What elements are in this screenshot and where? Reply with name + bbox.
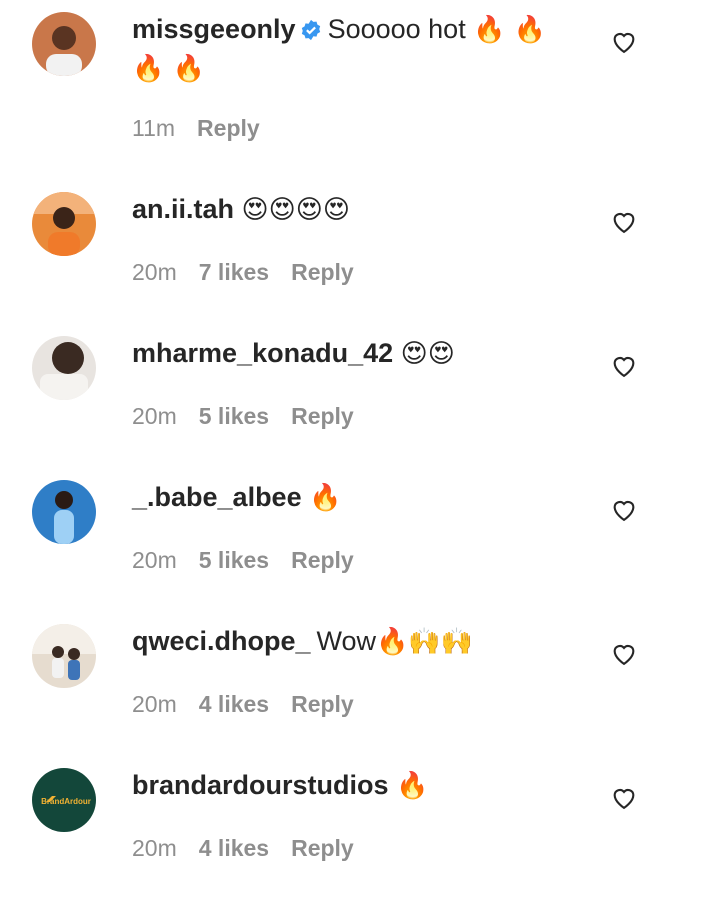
comment-text: Wow bbox=[316, 626, 377, 656]
reply-button[interactable]: Reply bbox=[291, 403, 354, 429]
brand-logo-text: BrandArdour bbox=[41, 797, 91, 806]
comment-emoji: 😍😍 bbox=[400, 339, 455, 369]
like-heart-icon[interactable] bbox=[610, 640, 638, 668]
likes-count[interactable]: 4 likes bbox=[199, 835, 269, 861]
comment-emoji: 🔥 bbox=[396, 771, 429, 801]
comment-meta: 20m 5 likes Reply bbox=[132, 547, 354, 574]
comment-meta: 20m 5 likes Reply bbox=[132, 403, 354, 430]
reply-button[interactable]: Reply bbox=[197, 115, 260, 141]
comment-meta: 20m 4 likes Reply bbox=[132, 691, 354, 718]
comment-meta: 11m Reply bbox=[132, 115, 260, 142]
username[interactable]: qweci.dhope_ bbox=[132, 626, 311, 656]
avatar[interactable] bbox=[32, 12, 96, 76]
likes-count[interactable]: 5 likes bbox=[199, 403, 269, 429]
avatar[interactable] bbox=[32, 192, 96, 256]
verified-badge-icon bbox=[301, 19, 320, 41]
comment-emoji: 🔥 bbox=[309, 483, 342, 513]
likes-count[interactable]: 7 likes bbox=[199, 259, 269, 285]
username[interactable]: an.ii.tah bbox=[132, 194, 234, 224]
like-heart-icon[interactable] bbox=[610, 784, 638, 812]
comment-emoji: 🔥 🔥 bbox=[473, 15, 547, 45]
timestamp: 11m bbox=[132, 115, 176, 141]
reply-button[interactable]: Reply bbox=[291, 835, 354, 861]
comment-emoji: 😍😍😍😍 bbox=[241, 195, 350, 225]
comment-emoji: 🔥🙌🙌 bbox=[376, 627, 474, 657]
avatar[interactable] bbox=[32, 624, 96, 688]
timestamp: 20m bbox=[132, 403, 177, 429]
reply-button[interactable]: Reply bbox=[291, 547, 354, 573]
timestamp: 20m bbox=[132, 835, 177, 861]
avatar[interactable] bbox=[32, 336, 96, 400]
username[interactable]: missgeeonly bbox=[132, 14, 296, 44]
comment-meta: 20m 7 likes Reply bbox=[132, 259, 354, 286]
username[interactable]: _.babe_albee bbox=[132, 482, 302, 512]
comment-emoji-wrap: 🔥 🔥 bbox=[132, 54, 206, 84]
avatar[interactable] bbox=[32, 480, 96, 544]
like-heart-icon[interactable] bbox=[610, 352, 638, 380]
like-heart-icon[interactable] bbox=[610, 28, 638, 56]
comment-text: Sooooo hot bbox=[327, 14, 466, 44]
reply-button[interactable]: Reply bbox=[291, 259, 354, 285]
likes-count[interactable]: 5 likes bbox=[199, 547, 269, 573]
avatar[interactable]: BrandArdour bbox=[32, 768, 96, 832]
timestamp: 20m bbox=[132, 547, 177, 573]
username[interactable]: brandardourstudios bbox=[132, 770, 389, 800]
like-heart-icon[interactable] bbox=[610, 496, 638, 524]
timestamp: 20m bbox=[132, 691, 177, 717]
like-heart-icon[interactable] bbox=[610, 208, 638, 236]
reply-button[interactable]: Reply bbox=[291, 691, 354, 717]
likes-count[interactable]: 4 likes bbox=[199, 691, 269, 717]
timestamp: 20m bbox=[132, 259, 177, 285]
comment-meta: 20m 4 likes Reply bbox=[132, 835, 354, 862]
username[interactable]: mharme_konadu_42 bbox=[132, 338, 393, 368]
